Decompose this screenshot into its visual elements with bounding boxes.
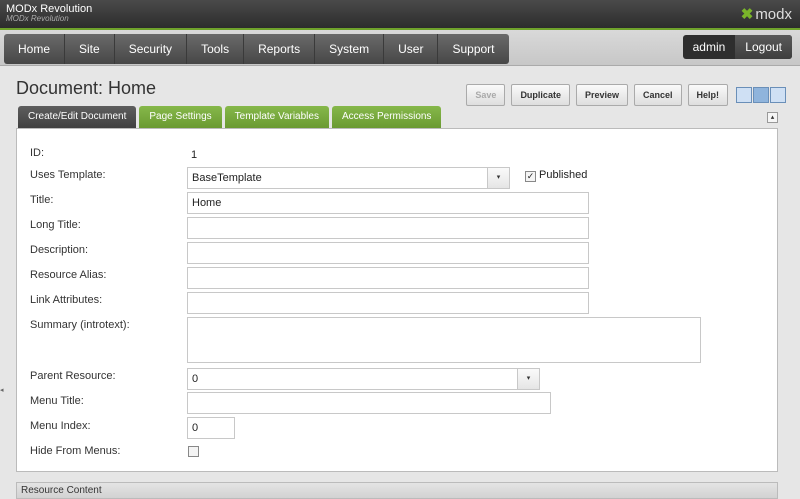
view-split-left-icon[interactable] xyxy=(736,87,752,103)
template-label: Uses Template: xyxy=(30,169,106,181)
hide-from-menus-label: Hide From Menus: xyxy=(30,445,121,457)
logo-text: modx xyxy=(755,6,792,23)
user-box: admin Logout xyxy=(682,35,792,59)
tab-access-permissions[interactable]: Access Permissions xyxy=(331,106,442,128)
template-value: BaseTemplate xyxy=(192,172,262,184)
resource-content-section[interactable]: Resource Content xyxy=(16,482,778,499)
username[interactable]: admin xyxy=(683,35,736,59)
summary-textarea[interactable] xyxy=(187,317,701,363)
parent-resource-select[interactable]: 0 ▾ xyxy=(187,368,540,390)
resource-alias-label: Resource Alias: xyxy=(30,269,107,281)
save-button[interactable]: Save xyxy=(466,84,506,106)
chevron-down-icon[interactable]: ▾ xyxy=(517,369,539,389)
parent-resource-label: Parent Resource: xyxy=(30,370,116,382)
logout-button[interactable]: Logout xyxy=(735,35,792,59)
hide-from-menus-checkbox[interactable] xyxy=(188,446,199,457)
main-nav: Home Site Security Tools Reports System … xyxy=(0,30,800,66)
link-attributes-label: Link Attributes: xyxy=(30,294,103,306)
menu-title-label: Menu Title: xyxy=(30,395,84,407)
long-title-label: Long Title: xyxy=(30,219,81,231)
menu-title-input[interactable] xyxy=(187,392,551,414)
cancel-button[interactable]: Cancel xyxy=(633,84,682,106)
logo-mark-icon: ✖ xyxy=(740,6,754,23)
side-collapse-icon[interactable]: ◂ xyxy=(0,386,4,394)
preview-button[interactable]: Preview xyxy=(575,84,628,106)
nav-item-reports[interactable]: Reports xyxy=(244,34,316,64)
nav-item-support[interactable]: Support xyxy=(438,34,508,64)
nav-item-user[interactable]: User xyxy=(384,34,439,64)
description-label: Description: xyxy=(30,244,89,256)
chevron-down-icon[interactable]: ▾ xyxy=(487,168,509,188)
id-label: ID: xyxy=(30,147,45,159)
template-select[interactable]: BaseTemplate ▾ xyxy=(187,167,510,189)
link-attributes-input[interactable] xyxy=(187,292,589,314)
duplicate-button[interactable]: Duplicate xyxy=(511,84,570,106)
nav-menu: Home Site Security Tools Reports System … xyxy=(4,34,509,64)
nav-item-system[interactable]: System xyxy=(315,34,385,64)
parent-resource-value: 0 xyxy=(192,373,199,385)
description-input[interactable] xyxy=(187,242,589,264)
view-buttons xyxy=(736,87,786,103)
brand: MODx Revolution MODx Revolution xyxy=(6,4,92,24)
view-full-icon[interactable] xyxy=(770,87,786,103)
tab-template-variables[interactable]: Template Variables xyxy=(224,106,329,128)
id-value: 1 xyxy=(191,149,198,161)
brand-subtitle: MODx Revolution xyxy=(6,14,69,23)
view-split-right-icon[interactable] xyxy=(753,87,769,103)
menu-index-label: Menu Index: xyxy=(30,420,91,432)
help-button[interactable]: Help! xyxy=(687,84,728,106)
tab-create-edit-document[interactable]: Create/Edit Document xyxy=(18,106,137,128)
title-label: Title: xyxy=(30,194,54,206)
menu-index-input[interactable]: 0 xyxy=(187,417,235,439)
resource-alias-input[interactable] xyxy=(187,267,589,289)
nav-item-site[interactable]: Site xyxy=(65,34,115,64)
collapse-icon[interactable]: ▴ xyxy=(767,112,778,123)
nav-item-home[interactable]: Home xyxy=(4,34,66,64)
top-header: MODx Revolution MODx Revolution ✖ modx xyxy=(0,0,800,28)
title-input[interactable]: Home xyxy=(187,192,589,214)
page-title: Document: Home xyxy=(16,78,157,98)
published-label: Published xyxy=(539,169,588,181)
tab-page-settings[interactable]: Page Settings xyxy=(139,106,222,128)
modx-logo: ✖ modx xyxy=(741,5,792,23)
document-form: ID: 1 Uses Template: BaseTemplate ▾ ✓ Pu… xyxy=(16,128,778,472)
nav-item-security[interactable]: Security xyxy=(115,34,188,64)
nav-item-tools[interactable]: Tools xyxy=(187,34,245,64)
brand-title: MODx Revolution xyxy=(6,3,93,15)
tab-bar: Create/Edit Document Page Settings Templ… xyxy=(18,106,442,128)
summary-label: Summary (introtext): xyxy=(30,319,130,331)
published-checkbox[interactable]: ✓ xyxy=(525,171,536,182)
long-title-input[interactable] xyxy=(187,217,589,239)
document-toolbar: Save Duplicate Preview Cancel Help! xyxy=(466,84,786,106)
